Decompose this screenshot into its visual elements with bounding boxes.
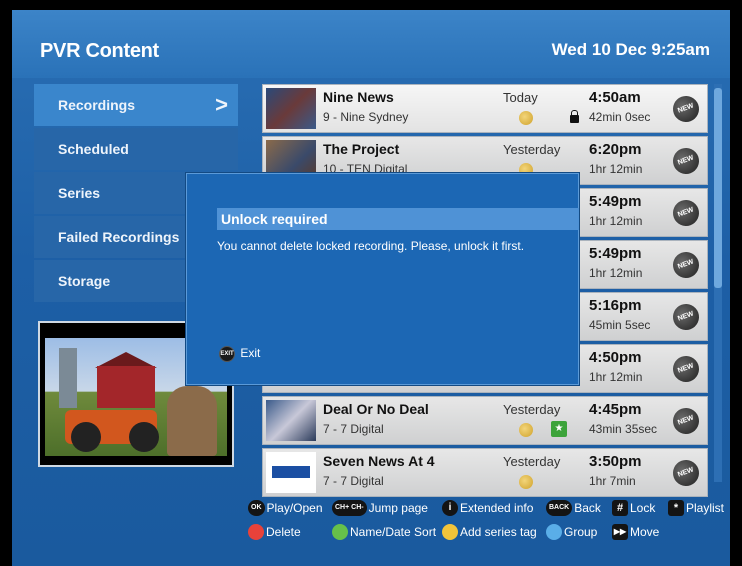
- recording-duration: 1hr 12min: [589, 162, 643, 176]
- recording-duration: 42min 0sec: [589, 110, 651, 124]
- legend-play: OK Play/Open: [248, 500, 323, 516]
- legend-group: Group: [546, 524, 597, 540]
- recording-time: 5:16pm: [589, 297, 642, 314]
- recording-duration: 1hr 12min: [589, 214, 643, 228]
- menu-item-label: Scheduled: [58, 141, 129, 157]
- datetime: Wed 10 Dec 9:25am: [551, 40, 710, 59]
- recording-duration: 1hr 12min: [589, 370, 643, 384]
- unlock-dialog: Unlock required You cannot delete locked…: [186, 173, 579, 385]
- new-badge-icon: NEW: [669, 248, 703, 282]
- fast-forward-key-icon: ▶▶: [612, 524, 628, 540]
- recording-duration: 1hr 12min: [589, 266, 643, 280]
- legend-label: Extended info: [460, 501, 534, 515]
- legend-label: Group: [564, 525, 598, 539]
- recording-day: Yesterday: [503, 142, 561, 157]
- scrollbar[interactable]: [714, 84, 722, 482]
- recording-day: Yesterday: [503, 454, 561, 469]
- recording-day: Yesterday: [503, 402, 561, 417]
- legend-label: Playlist: [686, 501, 725, 515]
- menu-item-scheduled[interactable]: Scheduled: [34, 128, 238, 170]
- recording-thumbnail: [266, 88, 316, 129]
- new-badge-icon: NEW: [669, 404, 703, 438]
- menu-item-label: Recordings: [58, 97, 136, 113]
- yellow-button-icon: [442, 524, 458, 540]
- chevron-right-icon: >: [215, 92, 228, 117]
- recording-time: 5:49pm: [589, 193, 642, 210]
- new-badge-icon: NEW: [669, 300, 703, 334]
- hash-key-icon: #: [612, 500, 628, 516]
- recording-duration: 43min 35sec: [589, 422, 658, 436]
- legend-sort: Name/Date Sort: [332, 524, 436, 540]
- legend-label: Jump page: [368, 501, 428, 515]
- recording-time: 4:50pm: [589, 349, 642, 366]
- recording-row[interactable]: Deal Or No Deal 7 - 7 Digital Yesterday …: [262, 396, 708, 445]
- recording-time: 4:50am: [589, 89, 641, 106]
- recording-duration: 45min 5sec: [589, 318, 651, 332]
- recording-title: Nine News: [323, 89, 394, 105]
- menu-item-label: Storage: [58, 273, 111, 289]
- red-button-icon: [248, 524, 264, 540]
- legend-label: Lock: [630, 501, 656, 515]
- menu-item-label: Series: [58, 185, 101, 201]
- green-button-icon: [332, 524, 348, 540]
- star-key-icon: *: [668, 500, 684, 516]
- exit-label: Exit: [240, 346, 261, 361]
- exit-button[interactable]: EXIT Exit: [219, 346, 260, 362]
- legend-back: BACK Back: [546, 500, 601, 516]
- recording-time: 6:20pm: [589, 141, 642, 158]
- recording-channel: 9 - Nine Sydney: [323, 110, 409, 124]
- recording-title: The Project: [323, 141, 400, 157]
- menu-item-label: Failed Recordings: [58, 229, 180, 245]
- series-tag-icon: ★: [551, 421, 567, 437]
- new-badge-icon: NEW: [669, 196, 703, 230]
- recording-row[interactable]: Nine News 9 - Nine Sydney Today 4:50am 4…: [262, 84, 708, 133]
- recording-row[interactable]: Seven News At 4 7 - 7 Digital Yesterday …: [262, 448, 708, 497]
- page-title: PVR Content: [40, 40, 159, 62]
- legend-delete: Delete: [248, 524, 301, 540]
- coin-icon: [519, 475, 533, 489]
- legend-label: Play/Open: [266, 501, 323, 515]
- back-key-icon: BACK: [546, 500, 573, 516]
- legend-lock: # Lock: [612, 500, 655, 516]
- pvr-screen: PVR Content Wed 10 Dec 9:25am Recordings…: [12, 10, 730, 566]
- legend-jump: CH+ CH- Jump page: [332, 500, 428, 516]
- scrollbar-thumb[interactable]: [714, 88, 722, 288]
- recording-title: Deal Or No Deal: [323, 401, 429, 417]
- coin-icon: [519, 111, 533, 125]
- recording-time: 4:45pm: [589, 401, 642, 418]
- header: PVR Content Wed 10 Dec 9:25am: [12, 10, 730, 78]
- legend-label: Move: [630, 525, 660, 539]
- new-badge-icon: NEW: [669, 144, 703, 178]
- ok-key-icon: OK: [248, 500, 265, 516]
- blue-button-icon: [546, 524, 562, 540]
- legend-playlist: * Playlist: [668, 500, 724, 516]
- recording-channel: 7 - 7 Digital: [323, 422, 384, 436]
- exit-key-icon: EXIT: [219, 346, 235, 362]
- menu-item-recordings[interactable]: Recordings >: [34, 84, 238, 126]
- info-key-icon: i: [442, 500, 458, 516]
- legend-label: Name/Date Sort: [350, 525, 437, 539]
- legend-move: ▶▶ Move: [612, 524, 659, 540]
- recording-duration: 1hr 7min: [589, 474, 636, 488]
- legend-label: Delete: [266, 525, 301, 539]
- legend-series: Add series tag: [442, 524, 537, 540]
- legend-label: Back: [574, 501, 601, 515]
- recording-channel: 7 - 7 Digital: [323, 474, 384, 488]
- dialog-message: You cannot delete locked recording. Plea…: [217, 239, 525, 253]
- coin-icon: [519, 423, 533, 437]
- legend-label: Add series tag: [460, 525, 537, 539]
- recording-day: Today: [503, 90, 538, 105]
- recording-thumbnail: [266, 452, 316, 493]
- recording-time: 3:50pm: [589, 453, 642, 470]
- recording-title: Seven News At 4: [323, 453, 435, 469]
- recording-time: 5:49pm: [589, 245, 642, 262]
- new-badge-icon: NEW: [669, 352, 703, 386]
- new-badge-icon: NEW: [669, 456, 703, 490]
- legend-info: i Extended info: [442, 500, 533, 516]
- channel-key-icon: CH+ CH-: [332, 500, 367, 516]
- new-badge-icon: NEW: [669, 92, 703, 126]
- lock-icon: [570, 110, 579, 123]
- recording-thumbnail: [266, 400, 316, 441]
- dialog-title: Unlock required: [221, 211, 328, 227]
